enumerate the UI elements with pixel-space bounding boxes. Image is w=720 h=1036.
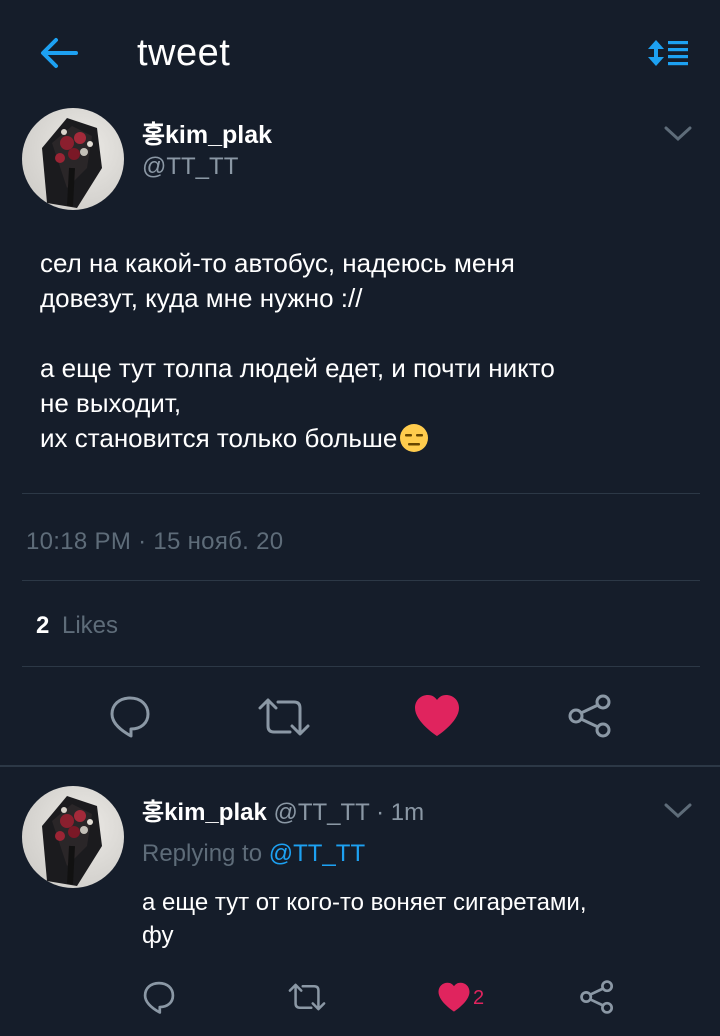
replying-handle-link[interactable]: @TT_TT (269, 840, 365, 867)
reply-text: а еще тут от кого-то воняет сигаретами, … (142, 886, 687, 952)
like-heart-icon[interactable] (437, 982, 471, 1013)
retweet-icon[interactable] (287, 983, 327, 1011)
avatar[interactable] (22, 108, 124, 210)
reply-text-line: а еще тут от кого-то воняет сигаретами, (142, 889, 587, 916)
tweet-text-line: не выходит, (40, 388, 182, 418)
chevron-down-icon[interactable] (663, 124, 693, 142)
user-handle[interactable]: @TT_TT (142, 153, 238, 181)
tweet-text: сел на какой-то автобус, надеюсь меня до… (40, 246, 690, 456)
bouquet-avatar-icon (42, 118, 102, 208)
reply-handle-time: @TT_TT · 1m (273, 799, 425, 826)
replying-prefix: Replying to (142, 840, 263, 867)
tweet-text-segment: их становится только больше (40, 423, 398, 453)
tweet-timestamp: 10:18 PM · 15 нояб. 20 (26, 528, 284, 555)
display-name[interactable]: 홍kim_plak (142, 115, 272, 151)
expressionless-face-emoji (400, 424, 429, 452)
bouquet-avatar-icon (42, 796, 102, 886)
share-icon[interactable] (568, 694, 612, 738)
tweet-text-line: сел на какой-то автобус, надеюсь меня (40, 248, 515, 278)
arrow-left-icon[interactable] (38, 36, 78, 70)
divider (0, 765, 720, 767)
tweet-text-line: а еще тут толпа людей едет, и почти никт… (40, 353, 555, 383)
page-title: tweet (137, 32, 231, 74)
reply-text-line: фу (142, 922, 174, 949)
tweet-text-line-last: их становится только больше (40, 421, 690, 456)
reply-header: 홍kim_plak @TT_TT · 1m (142, 792, 424, 827)
reply-icon[interactable] (108, 694, 152, 738)
divider (22, 666, 700, 667)
like-heart-icon[interactable] (413, 694, 461, 738)
reply-display-name[interactable]: 홍kim_plak (142, 799, 267, 826)
divider (22, 493, 700, 494)
likes-label[interactable]: Likes (62, 612, 118, 640)
retweet-icon[interactable] (256, 698, 312, 736)
divider (22, 580, 700, 581)
replying-to: Replying to @TT_TT (142, 840, 365, 868)
reply-icon[interactable] (142, 980, 176, 1014)
likes-count[interactable]: 2 (36, 612, 49, 640)
reply-like-count: 2 (473, 987, 485, 1009)
share-icon[interactable] (580, 980, 614, 1014)
sort-order-icon[interactable] (646, 38, 690, 68)
reply-avatar[interactable] (22, 786, 124, 888)
tweet-text-line: довезут, куда мне нужно :// (40, 283, 363, 313)
chevron-down-icon[interactable] (663, 801, 693, 819)
